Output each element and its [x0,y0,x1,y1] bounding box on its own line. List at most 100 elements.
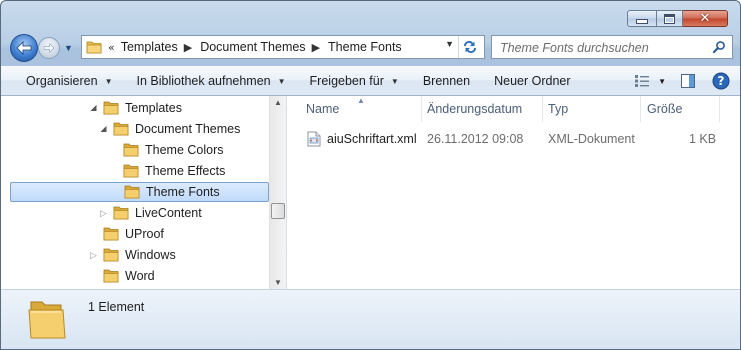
xml-file-icon [307,131,321,147]
collapsed-arrow-icon[interactable]: ▷ [89,245,98,265]
view-options-icon [635,75,650,87]
tree-item-label: Windows [125,248,176,262]
new-folder-button[interactable]: Neuer Ordner [482,67,582,95]
folder-icon [103,101,119,115]
file-list: Name ▲ Änderungsdatum Typ Größe aiuSchri… [287,96,740,289]
minimize-icon [636,19,648,24]
breadcrumb-separator[interactable]: ▶ [312,41,320,54]
svg-text:?: ? [718,74,725,88]
tree-item[interactable]: ◢ Templates [89,98,182,118]
preview-pane-button[interactable] [680,73,696,89]
command-bar: Organisieren ▼ In Bibliothek aufnehmen ▼ F… [1,66,740,96]
back-button[interactable] [10,34,38,62]
file-type: XML-Dokument [548,132,635,146]
new-folder-label: Neuer Ordner [494,74,571,88]
tree-item[interactable]: UProof [89,224,164,244]
tree-item[interactable]: ▷ Windows [89,245,176,265]
include-in-library-menu[interactable]: In Bibliothek aufnehmen ▼ [125,67,298,95]
column-type-label: Typ [548,102,569,116]
close-button[interactable]: ✕ [683,10,728,27]
tree-item[interactable]: ▷ LiveContent [99,203,202,223]
navigation-pane: ◢ Templates ◢ Document Themes Theme Colors Th… [1,96,287,289]
expanded-arrow-icon[interactable]: ◢ [99,119,108,139]
tree-item[interactable]: ◢ Document Themes [99,119,240,139]
organize-label: Organisieren [26,74,98,88]
refresh-button[interactable] [458,36,481,58]
tree-item-label: Templates [125,101,182,115]
collapsed-arrow-icon[interactable]: ▷ [99,203,108,223]
expanded-arrow-icon[interactable]: ◢ [89,98,98,118]
column-name-label: Name [306,102,340,116]
share-with-label: Freigeben für [309,74,384,88]
file-name: aiuSchriftart.xml [327,132,417,146]
organize-menu[interactable]: Organisieren ▼ [1,67,125,95]
breadcrumb-document-themes[interactable]: Document Themes [200,40,305,54]
forward-button[interactable] [38,37,60,59]
column-size[interactable]: Größe [641,96,720,122]
refresh-icon [464,41,476,53]
file-row[interactable]: aiuSchriftart.xml 26.11.2012 09:08 XML-D… [287,129,740,149]
scroll-up-icon[interactable]: ▲ [274,98,282,107]
folder-icon [103,248,119,262]
tree-item-label: LiveContent [135,206,202,220]
tree-item[interactable]: Word [89,266,155,286]
item-count: 1 Element [88,300,145,314]
details-pane: 1 Element [1,290,740,349]
burn-label: Brennen [422,74,471,88]
chevron-down-icon: ▼ [390,76,399,86]
scroll-down-icon[interactable]: ▼ [274,278,282,287]
preview-pane-icon [681,74,695,88]
minimize-button[interactable] [627,10,657,27]
main-panes: ◢ Templates ◢ Document Themes Theme Colors Th… [1,96,740,290]
tree-item-label: Theme Colors [145,143,224,157]
include-in-library-label: In Bibliothek aufnehmen [136,74,271,88]
tree-item-label: UProof [125,227,164,241]
tree-item[interactable]: Theme Fonts [10,182,269,202]
tree-item-label: Word [125,269,155,283]
forward-arrow-icon [43,43,55,53]
chevron-down-icon: ▼ [277,76,286,86]
address-overflow[interactable]: « [108,41,115,54]
folder-icon [86,41,102,54]
file-size: 1 KB [689,132,717,146]
burn-button[interactable]: Brennen [411,67,482,95]
folder-icon [103,227,119,241]
tree-item-label: Document Themes [135,122,241,136]
explorer-window: ✕ ▼ « Templates ▶ Document Themes ▶ Them… [0,0,741,350]
maximize-icon [664,13,675,24]
caption-buttons: ✕ [627,10,728,27]
navigation-scrollbar[interactable]: ▲ ▼ [269,96,286,289]
address-bar[interactable]: « Templates ▶ Document Themes ▶ Theme Fo… [81,35,485,59]
column-name[interactable]: Name ▲ [287,96,422,122]
search-input[interactable] [498,37,707,59]
column-date[interactable]: Änderungsdatum [422,96,543,122]
folder-icon [103,269,119,283]
tree-item-label: Theme Effects [145,164,226,178]
address-history-dropdown[interactable]: ▼ [445,39,454,49]
sort-ascending-icon: ▲ [357,96,365,105]
file-date: 26.11.2012 09:08 [427,132,524,146]
maximize-button[interactable] [657,10,683,27]
breadcrumb-theme-fonts[interactable]: Theme Fonts [328,40,402,54]
tree-item-label: Theme Fonts [146,185,220,199]
toolbar-right-group: ▼ ? [634,67,730,95]
share-with-menu[interactable]: Freigeben für ▼ [298,67,411,95]
help-button[interactable]: ? [712,72,730,90]
folder-icon [28,301,66,339]
column-size-label: Größe [647,102,683,116]
search-box[interactable] [491,35,733,59]
breadcrumb-templates[interactable]: Templates [121,40,178,54]
tree-item[interactable]: Theme Colors [109,140,224,160]
column-type[interactable]: Typ [543,96,641,122]
scroll-thumb[interactable] [271,203,285,219]
breadcrumb-separator[interactable]: ▶ [184,41,192,54]
help-icon: ? [712,72,730,90]
view-options-button[interactable]: ▼ [634,74,666,88]
close-icon: ✕ [699,11,711,26]
column-date-label: Änderungsdatum [427,102,523,116]
search-icon[interactable] [712,40,726,54]
chevron-down-icon: ▼ [658,76,666,86]
back-arrow-icon [16,41,32,55]
recent-pages-dropdown[interactable]: ▼ [64,43,73,53]
tree-item[interactable]: Theme Effects [109,161,225,181]
